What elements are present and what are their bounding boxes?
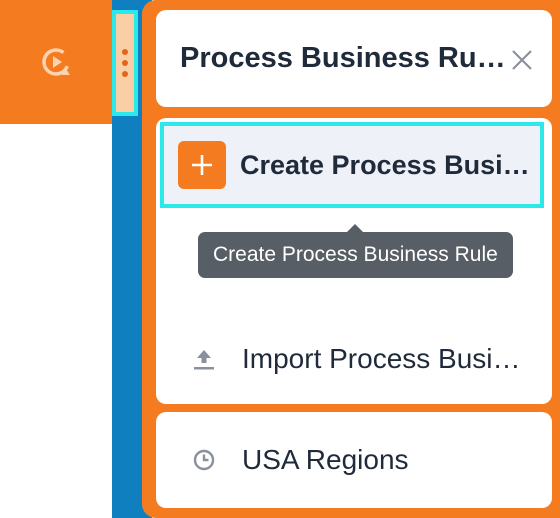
clock-icon <box>193 449 215 471</box>
create-rule-label: Create Process Business Rule <box>240 149 540 180</box>
kebab-menu-button[interactable] <box>112 10 138 116</box>
plus-icon <box>178 141 226 189</box>
flyout-panel: Process Business Rules Create Process Bu… <box>142 0 560 518</box>
upload-icon <box>194 350 214 370</box>
panel-title: Process Business Rules <box>180 42 510 74</box>
tooltip: Create Process Business Rule <box>198 224 513 278</box>
import-rules-menu-item[interactable]: Import Process Business Rules <box>156 324 552 394</box>
panel-header: Process Business Rules <box>156 10 552 107</box>
sidebar-tab[interactable] <box>0 0 112 124</box>
usa-regions-label: USA Regions <box>242 444 409 475</box>
process-cycle-icon <box>42 48 70 76</box>
usa-regions-item[interactable]: USA Regions <box>156 412 552 508</box>
vertical-dots-icon <box>122 49 128 55</box>
close-icon[interactable] <box>510 48 534 72</box>
create-rule-menu-item[interactable]: Create Process Business Rule <box>160 122 544 208</box>
import-rules-label: Import Process Business Rules <box>242 343 532 374</box>
menu-card: Create Process Business Rule Create Proc… <box>156 118 552 404</box>
